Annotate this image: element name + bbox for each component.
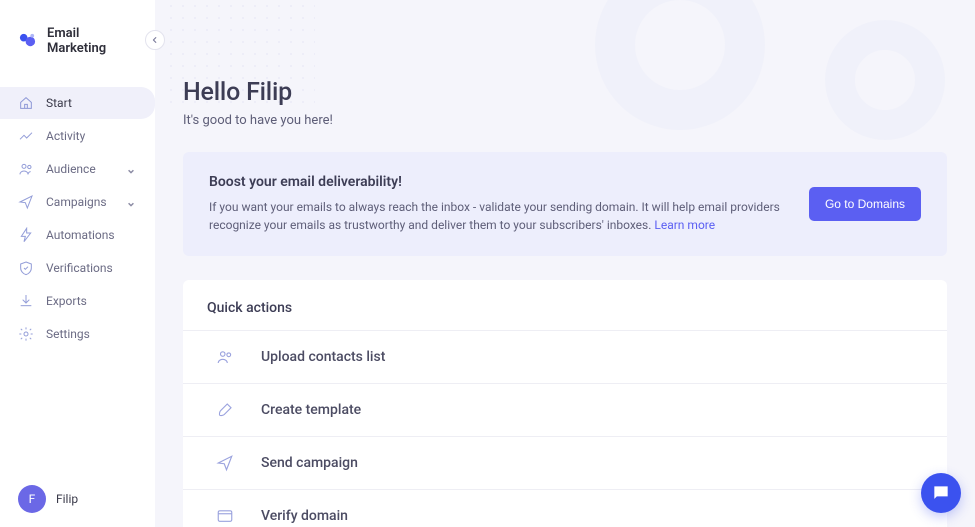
sidebar-item-campaigns[interactable]: Campaigns [0, 186, 155, 218]
sidebar-item-label: Campaigns [46, 195, 115, 209]
home-icon [18, 95, 34, 111]
sidebar-item-activity[interactable]: Activity [0, 120, 155, 152]
sidebar-item-label: Audience [46, 162, 115, 176]
send-icon [18, 194, 34, 210]
quick-actions-card: Quick actions Upload contacts list Creat… [183, 280, 947, 527]
quick-action-label: Verify domain [261, 508, 348, 524]
quick-actions-header: Quick actions [183, 280, 947, 330]
sidebar-item-verifications[interactable]: Verifications [0, 252, 155, 284]
quick-action-label: Create template [261, 402, 361, 418]
sidebar-item-start[interactable]: Start [0, 87, 155, 119]
download-icon [18, 293, 34, 309]
sidebar-item-exports[interactable]: Exports [0, 285, 155, 317]
main-content: Hello Filip It's good to have you here! … [155, 0, 975, 527]
sidebar-item-label: Activity [46, 129, 137, 143]
page-title: Hello Filip [183, 78, 947, 107]
sidebar-item-label: Automations [46, 228, 137, 242]
sidebar-item-label: Start [46, 96, 137, 110]
sidebar-item-label: Verifications [46, 261, 137, 275]
learn-more-link[interactable]: Learn more [654, 218, 715, 232]
sidebar-item-label: Settings [46, 327, 137, 341]
avatar: F [18, 485, 46, 513]
sidebar-nav: Start Activity Audience Campaigns Automa… [0, 82, 155, 351]
quick-action-send-campaign[interactable]: Send campaign [183, 436, 947, 489]
gear-icon [18, 326, 34, 342]
chat-launcher-button[interactable] [921, 473, 961, 513]
go-to-domains-button[interactable]: Go to Domains [809, 187, 921, 221]
browser-icon [215, 506, 235, 526]
sidebar-item-automations[interactable]: Automations [0, 219, 155, 251]
brand-name: Email Marketing [47, 26, 137, 56]
quick-action-label: Send campaign [261, 455, 358, 471]
chart-line-icon [18, 128, 34, 144]
sidebar-footer[interactable]: F Filip [0, 471, 155, 527]
users-icon [18, 161, 34, 177]
users-icon [215, 347, 235, 367]
deliverability-banner: Boost your email deliverability! If you … [183, 152, 947, 256]
chevron-down-icon [127, 164, 137, 174]
chevron-down-icon [127, 197, 137, 207]
banner-title: Boost your email deliverability! [209, 174, 785, 190]
send-icon [215, 453, 235, 473]
quick-action-label: Upload contacts list [261, 349, 385, 365]
sidebar-item-settings[interactable]: Settings [0, 318, 155, 350]
brush-icon [215, 400, 235, 420]
sidebar-header: Email Marketing [0, 0, 155, 82]
quick-action-upload-contacts[interactable]: Upload contacts list [183, 330, 947, 383]
sidebar-item-audience[interactable]: Audience [0, 153, 155, 185]
quick-action-create-template[interactable]: Create template [183, 383, 947, 436]
sidebar-item-label: Exports [46, 294, 137, 308]
page-subtitle: It's good to have you here! [183, 113, 947, 128]
shield-check-icon [18, 260, 34, 276]
user-name: Filip [56, 492, 78, 506]
quick-action-verify-domain[interactable]: Verify domain [183, 489, 947, 527]
brand-logo-icon [18, 31, 37, 51]
banner-description: If you want your emails to always reach … [209, 198, 785, 234]
sidebar: Email Marketing Start Activity Audience … [0, 0, 155, 527]
bolt-icon [18, 227, 34, 243]
